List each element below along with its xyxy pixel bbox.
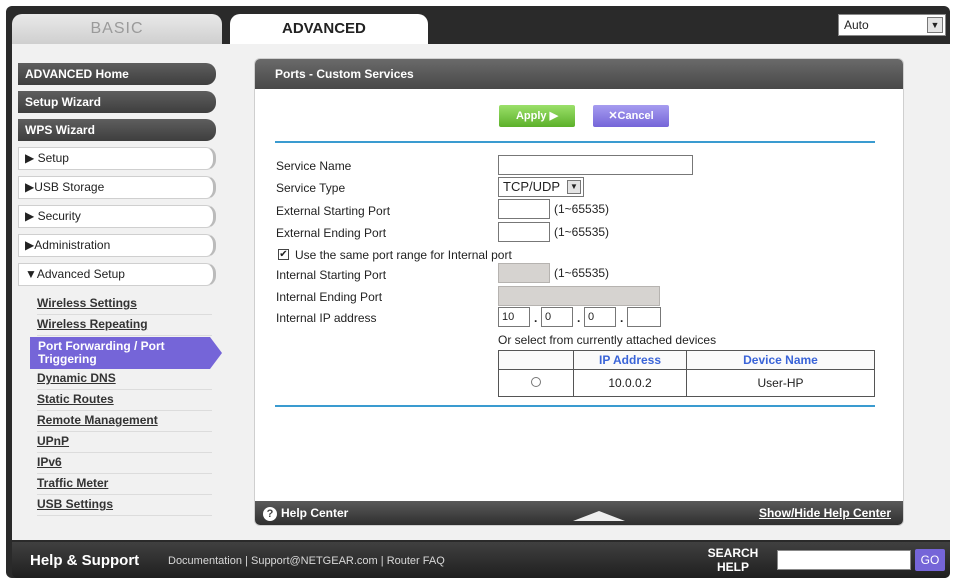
sidebar-item-usb-storage[interactable]: ▶USB Storage <box>18 176 216 199</box>
active-arrow <box>210 337 222 369</box>
external-ending-port-range: (1~65535) <box>554 225 610 239</box>
sidebar-subitem-upnp[interactable]: UPnP <box>37 432 212 453</box>
attached-devices-table: IP Address Device Name 10.0.0.2 User-HP <box>498 350 875 397</box>
service-type-label: Service Type <box>276 181 346 195</box>
service-name-label: Service Name <box>276 159 352 173</box>
ip-dot: . <box>534 311 538 325</box>
sidebar-item-advanced-setup[interactable]: ▼Advanced Setup <box>18 263 216 286</box>
show-hide-help-link[interactable]: Show/Hide Help Center <box>759 501 891 525</box>
device-ip-cell: 10.0.0.2 <box>573 369 687 397</box>
sidebar-item-advanced-home[interactable]: ADVANCED Home <box>18 63 216 85</box>
content-panel: Ports - Custom Services Apply ▶ ✕Cancel … <box>254 58 904 526</box>
select-column-header <box>498 350 574 370</box>
sidebar-subitem-traffic-meter[interactable]: Traffic Meter <box>37 474 212 495</box>
table-row: 10.0.0.2 User-HP <box>498 369 875 397</box>
sidebar-subitem-wireless-repeating[interactable]: Wireless Repeating <box>37 315 212 336</box>
sidebar-subitem-dynamic-dns[interactable]: Dynamic DNS <box>37 369 212 390</box>
ip-octet-4-input[interactable] <box>627 307 661 327</box>
language-select[interactable]: Auto ▼ <box>838 14 946 36</box>
device-select-cell <box>498 369 574 397</box>
divider-top <box>275 141 875 143</box>
internal-ending-port-input <box>498 286 660 306</box>
sidebar-subitem-remote-management[interactable]: Remote Management <box>37 411 212 432</box>
help-center-label[interactable]: Help Center <box>281 506 348 520</box>
external-starting-port-range: (1~65535) <box>554 202 610 216</box>
sidebar-item-wps-wizard[interactable]: WPS Wizard <box>18 119 216 141</box>
help-center-bar: ? Help Center Show/Hide Help Center <box>255 501 903 525</box>
device-radio[interactable] <box>531 377 541 387</box>
sidebar-subitem-wireless-settings[interactable]: Wireless Settings <box>37 294 212 315</box>
external-starting-port-input[interactable] <box>498 199 550 219</box>
internal-ending-port-label: Internal Ending Port <box>276 290 383 304</box>
sidebar-subitem-port-forwarding[interactable]: Port Forwarding / Port Triggering <box>30 337 210 369</box>
external-starting-port-label: External Starting Port <box>276 204 391 218</box>
search-help-label: SEARCH HELP <box>707 546 759 574</box>
chevron-down-icon: ▼ <box>927 17 943 33</box>
page-title: Ports - Custom Services <box>255 59 903 89</box>
ip-octet-2-input[interactable]: 0 <box>541 307 573 327</box>
search-help-input[interactable] <box>777 550 911 570</box>
help-support-title: Help & Support <box>30 552 140 569</box>
documentation-link[interactable]: Documentation <box>168 555 242 567</box>
ip-dot: . <box>620 311 624 325</box>
internal-starting-port-input <box>498 263 550 283</box>
footer-separator: | <box>380 555 384 567</box>
ip-octet-1-input[interactable]: 10 <box>498 307 530 327</box>
ip-octet-3-input[interactable]: 0 <box>584 307 616 327</box>
router-faq-link[interactable]: Router FAQ <box>387 555 445 567</box>
chevron-down-icon: ▼ <box>567 180 581 194</box>
internal-starting-port-range: (1~65535) <box>554 266 610 280</box>
tab-basic[interactable]: BASIC <box>12 14 222 44</box>
sidebar-subitem-static-routes[interactable]: Static Routes <box>37 390 212 411</box>
divider-bottom <box>275 405 875 407</box>
go-button[interactable]: GO <box>915 549 945 571</box>
external-ending-port-input[interactable] <box>498 222 550 242</box>
footer-bar: Help & Support Documentation | Support@N… <box>12 542 950 578</box>
device-name-header: Device Name <box>686 350 875 370</box>
sidebar-subitem-usb-settings[interactable]: USB Settings <box>37 495 212 516</box>
internal-ip-label: Internal IP address <box>276 311 377 325</box>
sidebar-item-administration[interactable]: ▶Administration <box>18 234 216 257</box>
footer-links: Documentation | Support@NETGEAR.com | Ro… <box>168 555 445 567</box>
table-header-row: IP Address Device Name <box>498 350 875 370</box>
device-name-cell: User-HP <box>686 369 875 397</box>
help-icon: ? <box>263 507 277 521</box>
same-port-range-checkbox[interactable]: ✔ <box>278 249 289 260</box>
same-port-range-label: Use the same port range for Internal por… <box>295 248 512 262</box>
sidebar-subitem-ipv6[interactable]: IPv6 <box>37 453 212 474</box>
service-name-input[interactable] <box>498 155 693 175</box>
tab-advanced[interactable]: ADVANCED <box>230 14 428 44</box>
expand-arrow-icon[interactable] <box>573 511 625 521</box>
ip-address-header: IP Address <box>573 350 687 370</box>
select-devices-text: Or select from currently attached device… <box>498 333 717 347</box>
internal-starting-port-label: Internal Starting Port <box>276 268 387 282</box>
sidebar-item-setup-wizard[interactable]: Setup Wizard <box>18 91 216 113</box>
footer-separator: | <box>245 555 248 567</box>
external-ending-port-label: External Ending Port <box>276 226 387 240</box>
service-type-value: TCP/UDP <box>503 179 561 194</box>
apply-button[interactable]: Apply ▶ <box>499 105 575 127</box>
language-selected: Auto <box>844 18 869 32</box>
sidebar-item-setup[interactable]: ▶ Setup <box>18 147 216 170</box>
ip-dot: . <box>577 311 581 325</box>
support-email-link[interactable]: Support@NETGEAR.com <box>251 555 378 567</box>
service-type-select[interactable]: TCP/UDP ▼ <box>498 177 584 197</box>
cancel-button[interactable]: ✕Cancel <box>593 105 669 127</box>
sidebar-item-security[interactable]: ▶ Security <box>18 205 216 228</box>
